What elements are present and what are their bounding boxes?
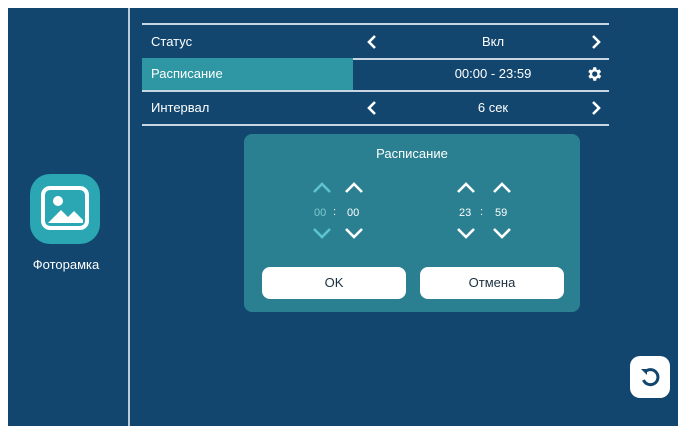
app-label: Фоторамка xyxy=(32,257,100,272)
row-divider xyxy=(142,23,609,25)
photo-frame-app-button[interactable] xyxy=(30,174,100,244)
status-value: Вкл xyxy=(481,34,505,49)
back-button[interactable] xyxy=(630,356,670,398)
chevron-up-icon[interactable] xyxy=(456,182,476,194)
schedule-dialog: Расписание 00 : 00 23 : 59 OK Отмена xyxy=(244,134,580,312)
chevron-up-icon[interactable] xyxy=(492,182,512,194)
chevron-down-icon[interactable] xyxy=(312,227,332,239)
start-separator: : xyxy=(333,206,337,218)
ok-button[interactable]: OK xyxy=(262,267,406,299)
schedule-label: Расписание xyxy=(151,66,223,81)
dialog-title: Расписание xyxy=(376,146,448,161)
interval-row[interactable]: Интервал 6 сек xyxy=(142,92,609,124)
vertical-divider xyxy=(128,8,130,426)
status-row[interactable]: Статус Вкл xyxy=(142,26,609,58)
chevron-down-icon[interactable] xyxy=(456,227,476,239)
chevron-left-icon[interactable] xyxy=(364,34,380,50)
start-minutes[interactable]: 00 xyxy=(347,207,359,219)
image-icon xyxy=(41,186,89,230)
end-separator: : xyxy=(480,206,484,218)
chevron-down-icon[interactable] xyxy=(344,227,364,239)
end-hours[interactable]: 23 xyxy=(459,207,471,219)
chevron-left-icon[interactable] xyxy=(364,100,380,116)
chevron-up-icon[interactable] xyxy=(312,182,332,194)
screen: Фоторамка Статус Вкл Расписание 00:00 - … xyxy=(8,8,678,426)
start-hours[interactable]: 00 xyxy=(314,207,326,219)
chevron-down-icon[interactable] xyxy=(492,227,512,239)
interval-label: Интервал xyxy=(151,100,210,115)
gear-icon[interactable] xyxy=(585,65,603,83)
end-minutes[interactable]: 59 xyxy=(495,207,507,219)
chevron-right-icon[interactable] xyxy=(588,34,604,50)
schedule-value: 00:00 - 23:59 xyxy=(454,66,532,81)
row-divider xyxy=(142,124,609,126)
cancel-button[interactable]: Отмена xyxy=(420,267,564,299)
chevron-right-icon[interactable] xyxy=(588,100,604,116)
chevron-up-icon[interactable] xyxy=(344,182,364,194)
status-label: Статус xyxy=(151,34,193,49)
interval-value: 6 сек xyxy=(477,100,509,115)
back-arrow-icon xyxy=(641,368,660,387)
schedule-row[interactable]: Расписание 00:00 - 23:59 xyxy=(142,58,609,90)
